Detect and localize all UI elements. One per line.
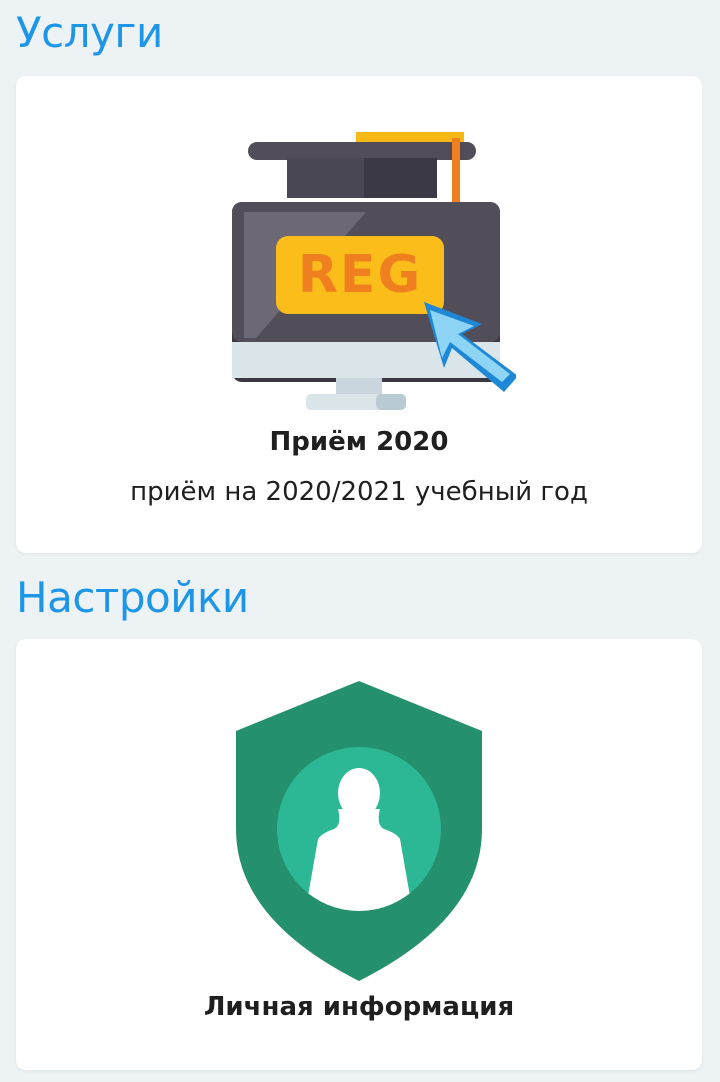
admission-card-title: Приём 2020 — [269, 427, 449, 457]
user-shield-icon — [236, 681, 482, 981]
reg-badge-text: REG — [298, 245, 422, 305]
personal-info-card-title: Личная информация — [203, 992, 515, 1022]
services-heading: Услуги — [16, 8, 163, 57]
settings-heading: Настройки — [16, 573, 249, 622]
personal-info-card[interactable]: Личная информация — [16, 639, 702, 1070]
registration-monitor-icon: REG — [232, 132, 516, 410]
admission-2020-card[interactable]: REG Приём 2020 приём на 2020/2021 учебны… — [16, 76, 702, 553]
admission-card-subtitle: приём на 2020/2021 учебный год — [130, 477, 588, 507]
